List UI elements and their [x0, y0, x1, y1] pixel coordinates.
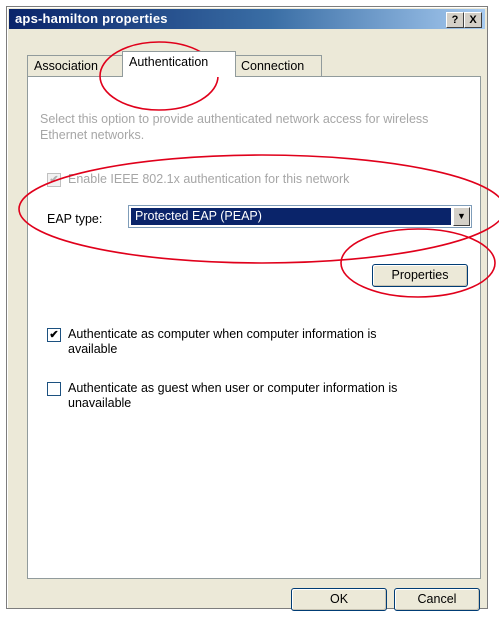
- ok-button[interactable]: OK: [291, 588, 387, 611]
- tab-connection[interactable]: Connection: [234, 55, 322, 76]
- properties-button[interactable]: Properties: [372, 264, 468, 287]
- window-title: aps-hamilton properties: [15, 11, 168, 26]
- tab-authentication[interactable]: Authentication: [122, 51, 236, 77]
- enable-8021x-checkbox[interactable]: ✔: [47, 173, 61, 187]
- auth-as-guest-label: Authenticate as guest when user or compu…: [68, 381, 398, 410]
- auth-as-computer-label: Authenticate as computer when computer i…: [68, 327, 377, 356]
- eap-type-select[interactable]: Protected EAP (PEAP) ▼: [128, 205, 472, 228]
- auth-as-computer-checkbox[interactable]: ✔: [47, 328, 61, 342]
- eap-type-label: EAP type:: [47, 212, 103, 226]
- title-bar[interactable]: aps-hamilton properties ? X: [9, 9, 485, 29]
- authentication-panel: Select this option to provide authentica…: [27, 76, 481, 579]
- check-icon: ✔: [49, 329, 59, 341]
- help-button[interactable]: ?: [446, 12, 464, 28]
- eap-type-value: Protected EAP (PEAP): [131, 208, 451, 225]
- close-button[interactable]: X: [464, 12, 482, 28]
- properties-dialog: aps-hamilton properties ? X Association …: [6, 6, 488, 611]
- description-text: Select this option to provide authentica…: [40, 112, 429, 142]
- tab-strip: Association Authentication Connection: [27, 51, 487, 77]
- chevron-down-icon[interactable]: ▼: [453, 207, 470, 226]
- auth-as-guest-checkbox[interactable]: [47, 382, 61, 396]
- tab-association[interactable]: Association: [27, 55, 123, 76]
- cancel-button[interactable]: Cancel: [394, 588, 480, 611]
- enable-8021x-label: Enable IEEE 802.1x authentication for th…: [68, 172, 350, 186]
- check-icon: ✔: [49, 174, 59, 186]
